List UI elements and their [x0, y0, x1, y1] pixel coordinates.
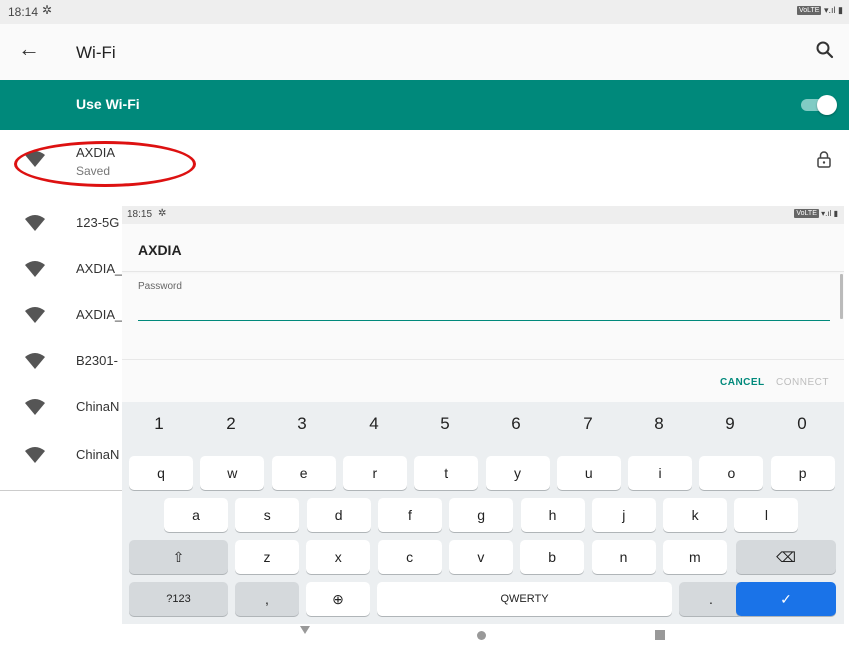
search-icon[interactable] [815, 40, 835, 60]
key-2[interactable]: 2 [216, 414, 246, 434]
status-bar: 18:14 ✲ VoLTE ▾.ıl ▮ [0, 0, 849, 24]
key-c[interactable]: c [377, 540, 442, 574]
wifi-icon [24, 398, 46, 416]
battery-icon: ▮ [833, 209, 838, 218]
gear-icon: ✲ [158, 208, 167, 219]
connect-button[interactable]: CONNECT [776, 377, 829, 388]
arrow-left-icon[interactable]: ← [18, 36, 40, 62]
key-8[interactable]: 8 [644, 414, 674, 434]
key-9[interactable]: 9 [715, 414, 745, 434]
key-k[interactable]: k [663, 498, 728, 532]
toolbar: ← Wi-Fi [0, 24, 849, 80]
dialog-status-bar: 18:15 ✲ VoLTE ▾.ıl ▮ [122, 206, 844, 224]
globe-icon: ⊕ [332, 591, 344, 607]
nav-back-icon[interactable] [300, 626, 310, 634]
key-5[interactable]: 5 [430, 414, 460, 434]
dialog-status-time: 18:15 [127, 209, 153, 220]
key-e[interactable]: e [271, 456, 336, 490]
key-p[interactable]: p [770, 456, 835, 490]
dialog-status-icons: VoLTE ▾.ıl ▮ [794, 209, 838, 219]
key-6[interactable]: 6 [501, 414, 531, 434]
key-t[interactable]: t [414, 456, 479, 490]
dialog-divider [122, 359, 844, 360]
network-name: B2301- [76, 353, 118, 368]
key-n[interactable]: n [591, 540, 656, 574]
use-wifi-toggle[interactable] [801, 95, 837, 115]
period-key[interactable]: . [679, 582, 743, 616]
key-4[interactable]: 4 [359, 414, 389, 434]
signal-icon: ▾.ıl [821, 209, 832, 218]
volte-badge: VoLTE [796, 6, 822, 16]
network-name: AXDIA_ [76, 261, 123, 276]
dialog-scrollbar[interactable] [840, 274, 843, 319]
key-0[interactable]: 0 [787, 414, 817, 434]
key-a[interactable]: a [164, 498, 228, 532]
wifi-icon [24, 352, 46, 370]
comma-key[interactable]: , [235, 582, 299, 616]
status-time: 18:14 [8, 5, 39, 19]
battery-icon: ▮ [838, 5, 843, 15]
shift-icon: ⇧ [172, 549, 185, 565]
symbols-key[interactable]: ?123 [129, 582, 228, 616]
signal-icon: ▾.ıl [824, 5, 836, 15]
wifi-icon [24, 446, 46, 464]
key-u[interactable]: u [556, 456, 621, 490]
key-r[interactable]: r [342, 456, 407, 490]
network-name: ChinaN [76, 447, 120, 462]
key-w[interactable]: w [200, 456, 265, 490]
nav-home-icon[interactable] [477, 631, 486, 640]
key-y[interactable]: y [485, 456, 550, 490]
key-1[interactable]: 1 [144, 414, 174, 434]
key-b[interactable]: b [520, 540, 585, 574]
key-v[interactable]: v [448, 540, 513, 574]
page-title: Wi-Fi [76, 43, 116, 62]
highlight-ellipse [14, 141, 196, 187]
use-wifi-bar[interactable]: Use Wi-Fi [0, 80, 849, 130]
backspace-key[interactable]: ⌫ [736, 540, 836, 574]
key-h[interactable]: h [520, 498, 585, 532]
key-q[interactable]: q [129, 456, 193, 490]
space-key[interactable]: QWERTY [377, 582, 672, 616]
key-i[interactable]: i [628, 456, 693, 490]
password-dialog: AXDIA Password CANCEL CONNECT [122, 224, 844, 402]
key-d[interactable]: d [306, 498, 371, 532]
password-input[interactable] [138, 296, 830, 321]
lock-icon [817, 150, 831, 168]
key-l[interactable]: l [734, 498, 799, 532]
key-f[interactable]: f [377, 498, 442, 532]
wifi-icon [24, 260, 46, 278]
navigation-bar [0, 624, 849, 649]
dialog-divider [122, 271, 844, 272]
shift-key[interactable]: ⇧ [129, 540, 228, 574]
list-divider [0, 490, 122, 491]
key-j[interactable]: j [591, 498, 656, 532]
key-7[interactable]: 7 [573, 414, 603, 434]
gear-icon: ✲ [42, 3, 53, 17]
key-o[interactable]: o [699, 456, 764, 490]
key-g[interactable]: g [449, 498, 514, 532]
cancel-button[interactable]: CANCEL [720, 377, 765, 388]
network-name: AXDIA_ [76, 307, 123, 322]
status-icons: VoLTE ▾.ıl ▮ [796, 5, 843, 16]
globe-key[interactable]: ⊕ [306, 582, 370, 616]
network-name: 123-5G [76, 215, 120, 230]
check-icon: ✓ [780, 591, 792, 607]
enter-key[interactable]: ✓ [736, 582, 836, 616]
wifi-icon [24, 306, 46, 324]
nav-recents-icon[interactable] [655, 630, 665, 640]
onscreen-keyboard: 1 2 3 4 5 6 7 8 9 0 q w e r t y u i o p a s d f g h j k l ⇧ z x c v b n m ⌫?… [122, 402, 844, 624]
key-x[interactable]: x [306, 540, 371, 574]
dialog-title: AXDIA [138, 242, 182, 258]
volte-badge: VoLTE [794, 209, 819, 219]
key-z[interactable]: z [235, 540, 299, 574]
wifi-icon [24, 214, 46, 232]
password-label: Password [138, 281, 182, 292]
key-m[interactable]: m [662, 540, 727, 574]
key-s[interactable]: s [235, 498, 300, 532]
key-3[interactable]: 3 [287, 414, 317, 434]
network-name: ChinaN [76, 399, 120, 414]
number-row: 1 2 3 4 5 6 7 8 9 0 [122, 402, 844, 446]
use-wifi-label: Use Wi-Fi [76, 96, 140, 112]
backspace-icon: ⌫ [776, 549, 796, 565]
